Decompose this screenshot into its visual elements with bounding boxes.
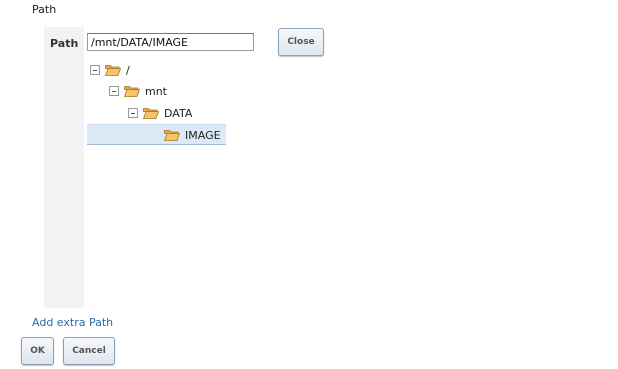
folder-open-icon <box>124 86 140 97</box>
folder-open-icon <box>105 65 121 76</box>
tree-node-label: mnt <box>145 84 167 98</box>
folder-open-icon <box>164 130 180 141</box>
collapse-icon[interactable] <box>128 108 138 118</box>
cancel-button[interactable]: Cancel <box>63 337 115 365</box>
path-input[interactable] <box>87 33 254 51</box>
ok-button[interactable]: OK <box>21 337 54 365</box>
collapse-icon[interactable] <box>90 65 100 75</box>
tree-node-label: DATA <box>164 106 193 120</box>
close-button[interactable]: Close <box>278 28 324 56</box>
tree-node-label: / <box>126 63 130 77</box>
path-label: Path <box>50 37 79 50</box>
tree-node-label: IMAGE <box>185 128 221 142</box>
tree-node-data[interactable]: DATA <box>128 103 192 123</box>
tree-node-root[interactable]: / <box>90 60 130 80</box>
section-title: Path <box>32 3 57 16</box>
tree-node-image[interactable]: IMAGE <box>164 125 221 145</box>
add-extra-path-link[interactable]: Add extra Path <box>32 316 113 329</box>
tree-node-mnt[interactable]: mnt <box>109 81 167 101</box>
label-column <box>44 27 84 308</box>
folder-open-icon <box>143 108 159 119</box>
collapse-icon[interactable] <box>109 86 119 96</box>
